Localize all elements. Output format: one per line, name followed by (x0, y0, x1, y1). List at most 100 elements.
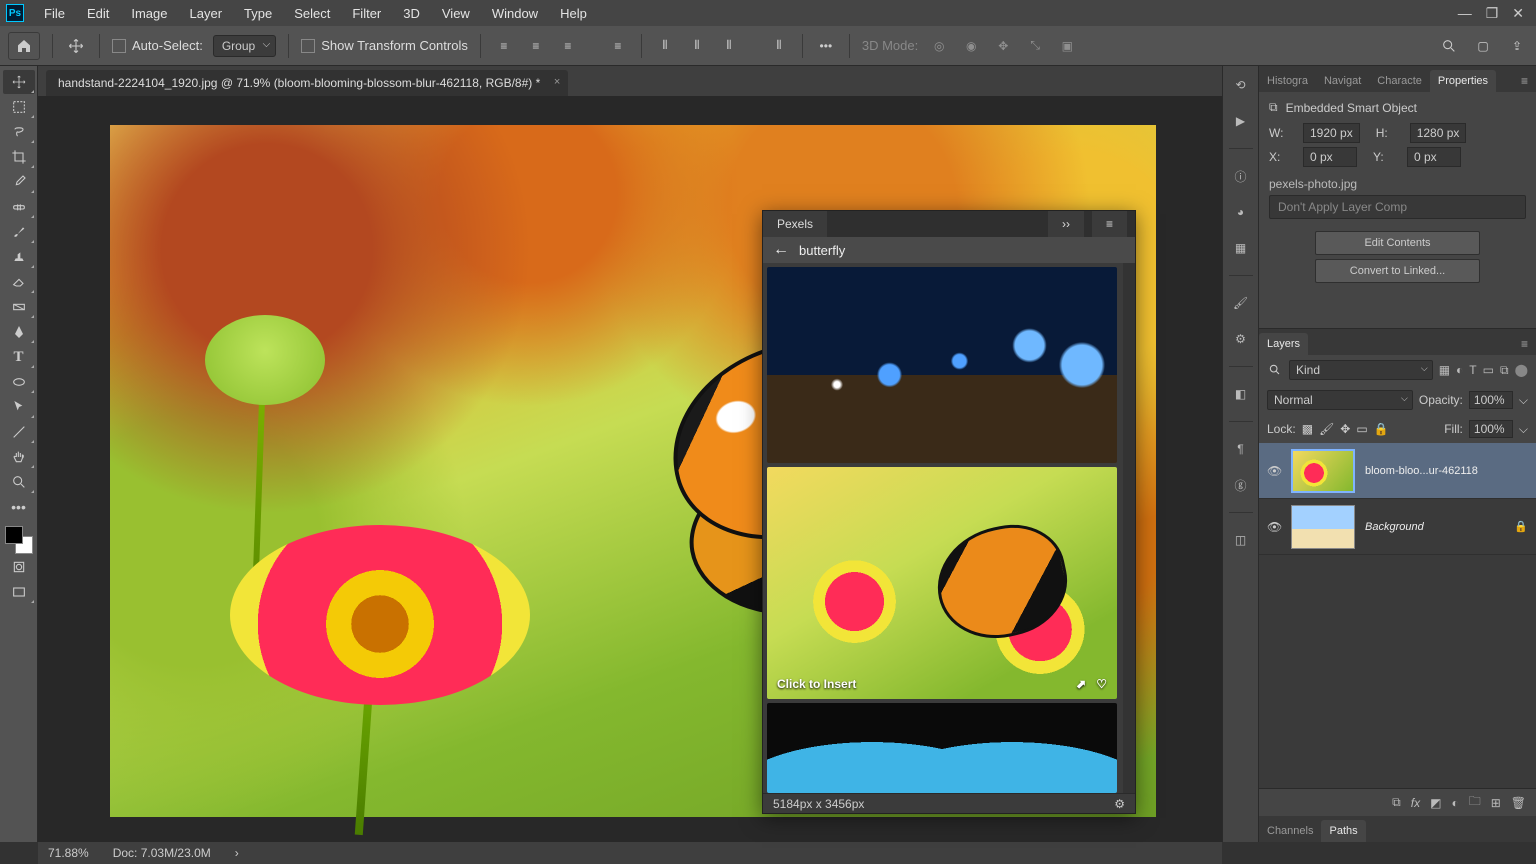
document-tab[interactable]: handstand-2224104_1920.jpg @ 71.9% (bloo… (46, 70, 568, 96)
menu-select[interactable]: Select (284, 2, 340, 25)
filter-type-icon[interactable]: T (1469, 363, 1476, 378)
prop-y[interactable]: 0 px (1407, 147, 1461, 167)
favorite-icon[interactable]: ♡ (1096, 677, 1107, 691)
pexels-result-item[interactable]: Click to Insert ⬈ ♡ (767, 467, 1117, 699)
tab-properties[interactable]: Properties (1430, 70, 1496, 92)
edit-contents-button[interactable]: Edit Contents (1315, 231, 1480, 255)
open-external-icon[interactable]: ⬈ (1076, 677, 1086, 691)
pexels-settings-icon[interactable]: ⚙ (1114, 797, 1125, 811)
eraser-tool[interactable] (3, 270, 35, 294)
layer-item[interactable]: 👁 Background 🔒 (1259, 499, 1536, 555)
hand-tool[interactable] (3, 445, 35, 469)
color-panel-icon[interactable]: ◕ (1230, 201, 1252, 223)
menu-3d[interactable]: 3D (393, 2, 430, 25)
actions-panel-icon[interactable]: ▶ (1230, 110, 1252, 132)
lock-artboard-icon[interactable]: ▭ (1356, 422, 1367, 436)
align-center-h-icon[interactable]: ≡ (525, 35, 547, 57)
align-bottom-icon[interactable]: ⫴ (718, 35, 740, 57)
tab-character[interactable]: Characte (1369, 70, 1430, 92)
prop-height[interactable]: 1280 px (1410, 123, 1467, 143)
lock-icon[interactable]: 🔒 (1514, 520, 1528, 533)
convert-linked-button[interactable]: Convert to Linked... (1315, 259, 1480, 283)
prop-width[interactable]: 1920 px (1303, 123, 1360, 143)
layer-fx-icon[interactable]: fx (1411, 796, 1420, 810)
visibility-icon[interactable]: 👁 (1267, 464, 1281, 478)
menu-edit[interactable]: Edit (77, 2, 119, 25)
delete-layer-icon[interactable]: 🗑 (1511, 796, 1526, 810)
menu-window[interactable]: Window (482, 2, 548, 25)
window-close-icon[interactable]: ✕ (1512, 5, 1524, 22)
layer-filter-dropdown[interactable]: Kind (1289, 360, 1433, 380)
status-arrow-icon[interactable]: › (235, 846, 239, 860)
adjustment-layer-icon[interactable]: ◐ (1451, 796, 1458, 810)
history-panel-icon[interactable]: ⟲ (1230, 74, 1252, 96)
home-button[interactable] (8, 32, 40, 60)
menu-help[interactable]: Help (550, 2, 597, 25)
brushes-panel-icon[interactable]: 🖌 (1230, 292, 1252, 314)
screen-mode-icon[interactable]: ▢ (1472, 35, 1494, 57)
swatches-panel-icon[interactable]: ▦ (1230, 237, 1252, 259)
pexels-query[interactable]: butterfly (799, 243, 845, 258)
layer-item[interactable]: 👁 bloom-bloo...ur-462118 (1259, 443, 1536, 499)
panel-menu-icon[interactable]: ≡ (1092, 211, 1127, 237)
pexels-panel[interactable]: Pexels ›› ≡ ← butterfly Click to Insert … (762, 210, 1136, 814)
zoom-level[interactable]: 71.88% (48, 846, 89, 860)
more-options-icon[interactable]: ••• (815, 35, 837, 57)
menu-image[interactable]: Image (121, 2, 177, 25)
blend-mode-dropdown[interactable]: Normal (1267, 390, 1413, 410)
filter-pixel-icon[interactable]: ▦ (1439, 363, 1450, 378)
lock-all-icon[interactable]: 🔒 (1374, 422, 1389, 436)
type-tool[interactable]: T (3, 345, 35, 369)
filter-adjustment-icon[interactable]: ◐ (1456, 363, 1463, 378)
edit-toolbar[interactable]: ••• (3, 495, 35, 519)
color-swatches[interactable] (5, 526, 33, 554)
menu-filter[interactable]: Filter (342, 2, 391, 25)
menu-type[interactable]: Type (234, 2, 282, 25)
close-tab-icon[interactable]: × (554, 76, 560, 88)
show-transform-option[interactable]: Show Transform Controls (301, 38, 468, 53)
pexels-result-item[interactable] (767, 267, 1117, 463)
search-icon[interactable] (1438, 35, 1460, 57)
distribute-h-icon[interactable]: ≡ (607, 35, 629, 57)
pexels-results[interactable]: Click to Insert ⬈ ♡ (763, 263, 1123, 793)
window-restore-icon[interactable]: ❐ (1486, 5, 1499, 22)
zoom-tool[interactable] (3, 470, 35, 494)
filter-search-icon[interactable] (1267, 362, 1283, 378)
pen-tool[interactable] (3, 320, 35, 344)
menu-view[interactable]: View (432, 2, 480, 25)
align-right-icon[interactable]: ≡ (557, 35, 579, 57)
gradient-tool[interactable] (3, 295, 35, 319)
share-icon[interactable]: ⇪ (1506, 35, 1528, 57)
filter-toggle-icon[interactable]: ⬤ (1515, 363, 1528, 378)
brush-tool[interactable] (3, 220, 35, 244)
styles-panel-icon[interactable]: ◧ (1230, 383, 1252, 405)
prop-x[interactable]: 0 px (1303, 147, 1357, 167)
path-select-tool[interactable] (3, 395, 35, 419)
lock-image-icon[interactable]: 🖌 (1319, 422, 1334, 436)
eyedropper-tool[interactable] (3, 170, 35, 194)
align-top-icon[interactable]: ⫴ (654, 35, 676, 57)
panel-menu-icon[interactable]: ≡ (1513, 70, 1536, 92)
paragraph-panel-icon[interactable]: ¶ (1230, 438, 1252, 460)
doc-size[interactable]: Doc: 7.03M/23.0M (113, 846, 211, 860)
layer-mask-icon[interactable]: ◩ (1430, 796, 1441, 810)
filter-smart-icon[interactable]: ⧉ (1500, 363, 1509, 378)
lasso-tool[interactable] (3, 120, 35, 144)
shape-tool[interactable] (3, 370, 35, 394)
lock-position-icon[interactable]: ✥ (1340, 422, 1350, 436)
pexels-scrollbar[interactable] (1123, 263, 1135, 793)
tab-histogram[interactable]: Histogra (1259, 70, 1316, 92)
layer-group-icon[interactable]: 🗀 (1469, 792, 1481, 813)
lock-transparency-icon[interactable]: ▩ (1302, 422, 1313, 436)
healing-brush-tool[interactable] (3, 195, 35, 219)
layer-comp-dropdown[interactable]: Don't Apply Layer Comp (1269, 195, 1526, 219)
auto-select-dropdown[interactable]: Group (213, 35, 276, 57)
distribute-v-icon[interactable]: ⫴ (768, 35, 790, 57)
new-layer-icon[interactable]: ⊞ (1491, 796, 1501, 810)
opacity-input[interactable]: 100% (1469, 391, 1513, 409)
fill-input[interactable]: 100% (1469, 420, 1513, 438)
pexels-result-item[interactable] (767, 703, 1117, 793)
screen-mode-tool[interactable] (3, 580, 35, 604)
quick-mask-tool[interactable] (3, 555, 35, 579)
pexels-tab-label[interactable]: Pexels (763, 211, 827, 237)
